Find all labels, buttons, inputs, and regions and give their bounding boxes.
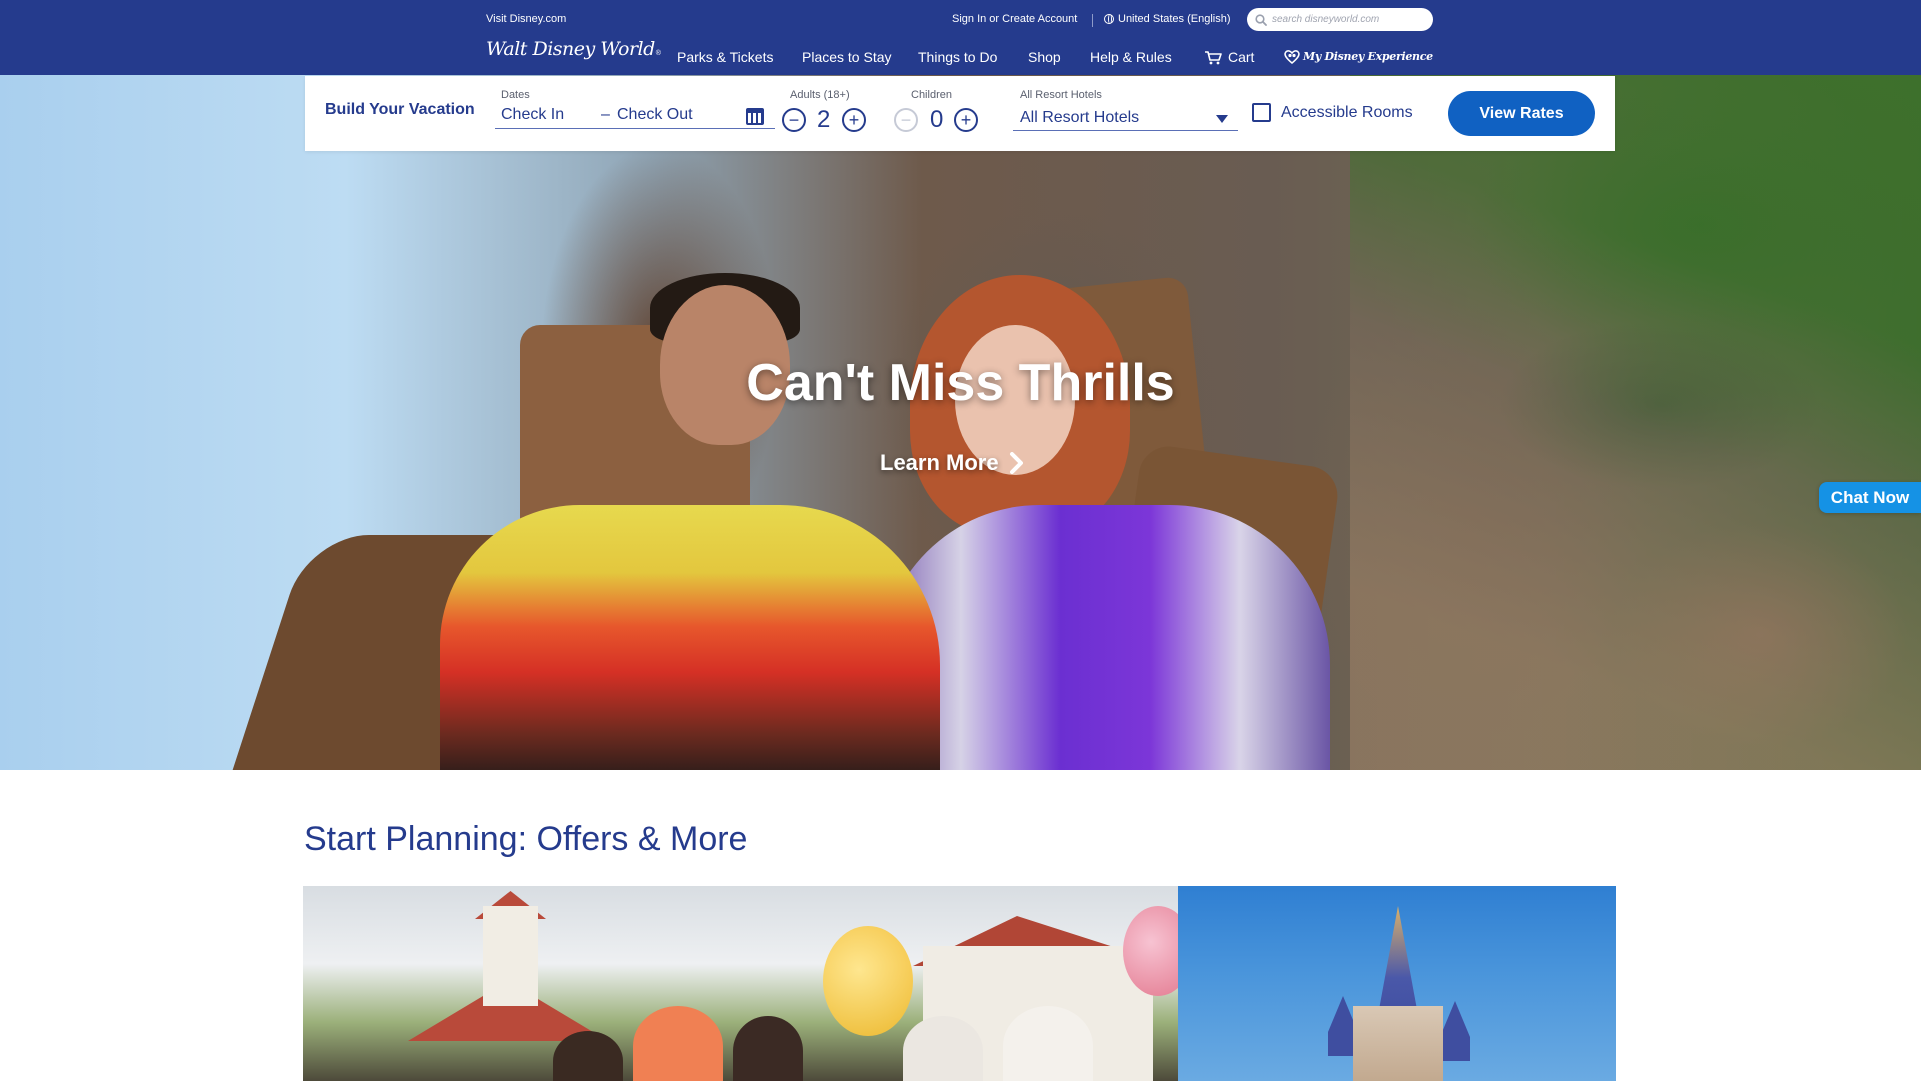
offer-card-family[interactable]: [303, 886, 1178, 1081]
nav-my-disney-experience[interactable]: My Disney Experience: [1283, 48, 1433, 64]
caret-down-icon: [1216, 115, 1228, 123]
family-card-tower: [483, 906, 538, 1006]
my-disney-experience-label: My Disney Experience: [1303, 49, 1433, 63]
nav-parks-tickets[interactable]: Parks & Tickets: [677, 49, 773, 65]
adults-decrement-button[interactable]: −: [782, 108, 806, 132]
nav-cart[interactable]: Cart: [1204, 49, 1254, 65]
sign-in-link[interactable]: Sign In or Create Account: [952, 13, 1077, 25]
dates-field[interactable]: Check In – Check Out: [495, 103, 775, 129]
locale-selector[interactable]: United States (English): [1104, 13, 1231, 25]
resort-hotels-select[interactable]: All Resort Hotels: [1013, 103, 1238, 131]
globe-icon: [1104, 14, 1114, 24]
resort-hotels-label: All Resort Hotels: [1020, 89, 1102, 101]
view-rates-button[interactable]: View Rates: [1448, 91, 1595, 136]
nav-things-to-do[interactable]: Things to Do: [918, 49, 997, 65]
hero-woman-jacket: [880, 505, 1330, 770]
dates-dash: –: [601, 106, 610, 123]
family-card-person: [733, 1016, 803, 1081]
family-card-person: [633, 1006, 723, 1081]
logo-registered-mark: ®: [655, 50, 661, 57]
search-input[interactable]: [1272, 14, 1422, 25]
build-vacation-bar: Build Your Vacation Dates Check In – Che…: [305, 76, 1615, 151]
mickey-heart-icon: [1284, 50, 1300, 64]
family-card-yellow-balloon: [823, 926, 913, 1036]
check-out-field[interactable]: Check Out: [617, 106, 693, 124]
adults-count: 2: [817, 106, 831, 133]
offer-card-castle[interactable]: [1178, 886, 1616, 1081]
search-box[interactable]: [1247, 8, 1433, 31]
hero-banner[interactable]: Can't Miss Thrills Learn More: [0, 75, 1921, 770]
children-decrement-button[interactable]: −: [894, 108, 918, 132]
chevron-right-icon: [1009, 452, 1023, 474]
children-increment-button[interactable]: +: [954, 108, 978, 132]
utility-divider: [1092, 14, 1093, 27]
nav-places-to-stay[interactable]: Places to Stay: [802, 49, 892, 65]
family-card-person: [1003, 1006, 1093, 1081]
hero-man-sweater: [440, 505, 940, 770]
castle-turret-right: [1440, 1001, 1470, 1061]
family-card-person: [903, 1016, 983, 1081]
check-in-field[interactable]: Check In: [501, 106, 564, 124]
logo-text: Walt Disney World: [486, 38, 655, 60]
nav-help-rules[interactable]: Help & Rules: [1090, 49, 1172, 65]
calendar-icon[interactable]: [746, 108, 764, 125]
castle-body: [1353, 1006, 1443, 1081]
accessible-rooms-label[interactable]: Accessible Rooms: [1281, 104, 1413, 122]
hero-rock-wall: [1350, 75, 1921, 770]
walt-disney-world-logo[interactable]: Walt Disney World ®: [486, 38, 661, 68]
build-vacation-title: Build Your Vacation: [325, 101, 475, 118]
hero-title: Can't Miss Thrills: [746, 354, 1175, 412]
locale-label: United States (English): [1118, 13, 1231, 25]
dates-label: Dates: [501, 89, 530, 101]
children-count: 0: [930, 106, 944, 133]
family-card-person: [553, 1031, 623, 1081]
start-planning-heading: Start Planning: Offers & More: [304, 820, 748, 858]
learn-more-label: Learn More: [880, 450, 999, 475]
adults-label: Adults (18+): [790, 89, 850, 101]
adults-increment-button[interactable]: +: [842, 108, 866, 132]
top-navigation: Visit Disney.com Sign In or Create Accou…: [0, 0, 1921, 75]
nav-cart-label: Cart: [1228, 49, 1255, 65]
resort-hotels-value: All Resort Hotels: [1020, 109, 1140, 126]
learn-more-link[interactable]: Learn More: [880, 450, 1023, 476]
visit-disney-link[interactable]: Visit Disney.com: [486, 13, 566, 25]
page: Can't Miss Thrills Learn More Visit Disn…: [0, 0, 1921, 1081]
search-icon[interactable]: [1255, 13, 1267, 26]
chat-now-button[interactable]: Chat Now: [1819, 482, 1921, 513]
nav-shop[interactable]: Shop: [1028, 49, 1061, 65]
accessible-rooms-checkbox[interactable]: [1252, 103, 1271, 122]
cart-icon: [1205, 50, 1222, 64]
children-label: Children: [911, 89, 952, 101]
